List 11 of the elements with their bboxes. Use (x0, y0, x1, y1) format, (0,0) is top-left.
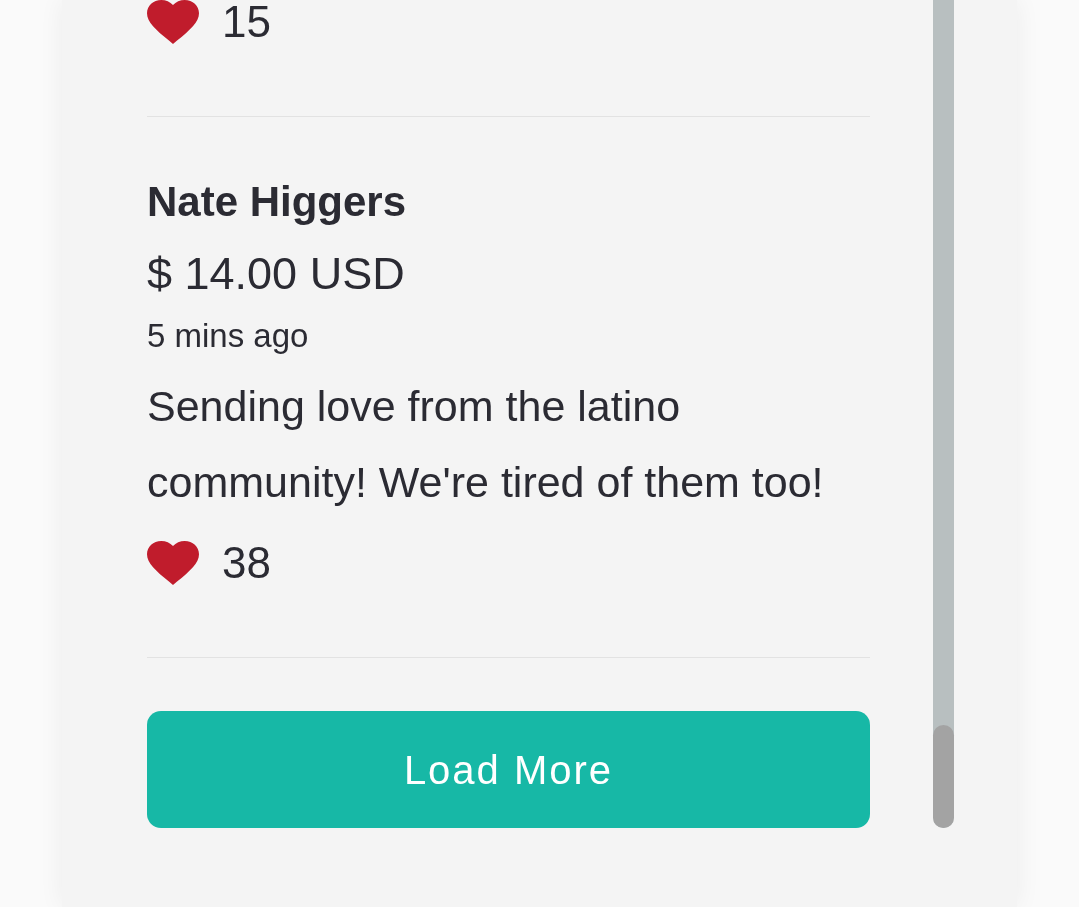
donation-amount: $ 14.00 USD (147, 247, 405, 301)
like-count: 15 (222, 0, 271, 44)
like-count: 38 (222, 541, 271, 585)
load-more-button[interactable]: Load More (147, 711, 870, 828)
scrollbar-thumb[interactable] (933, 725, 954, 828)
heart-icon[interactable] (147, 0, 199, 44)
donation-time: 5 mins ago (147, 316, 309, 356)
donor-name: Nate Higgers (147, 177, 407, 227)
scrollbar-track[interactable] (933, 0, 954, 828)
donation-message: Sending love from the latino community! We're tired of them too! (147, 381, 825, 508)
heart-icon[interactable] (147, 541, 199, 585)
